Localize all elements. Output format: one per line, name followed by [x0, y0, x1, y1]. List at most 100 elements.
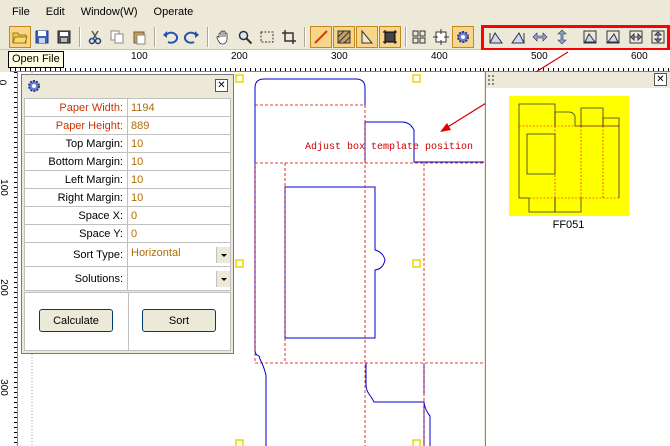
zoom-button[interactable] [234, 26, 256, 48]
space-y-label: Space Y: [24, 224, 128, 243]
template-panel-close-button[interactable]: ✕ [654, 73, 667, 86]
paste-button[interactable] [128, 26, 150, 48]
ruler-label-v0: 0 [0, 80, 7, 86]
paper-width-label: Paper Width: [24, 98, 128, 117]
sort-button[interactable]: Sort [142, 309, 216, 332]
top-margin-field[interactable]: 10 [127, 134, 231, 153]
select-rect-button[interactable] [256, 26, 278, 48]
form-row: Sort Type: Horizontal [24, 242, 231, 267]
align-right-button[interactable] [507, 26, 529, 48]
paper-height-label: Paper Height: [24, 116, 128, 135]
menu-file[interactable]: File [6, 0, 38, 24]
expand-icon [433, 29, 449, 45]
sort-type-select[interactable]: Horizontal [127, 242, 231, 267]
arrow-vertical-icon [557, 29, 567, 45]
ruler-label-500: 500 [531, 51, 548, 62]
selection-handles [235, 74, 421, 446]
ruler-label-v200: 200 [0, 279, 9, 296]
frame-button[interactable] [379, 26, 401, 48]
template-panel: ✕ FF051 [485, 72, 670, 446]
horizontal-ruler-right: 500 600 [483, 50, 670, 72]
menu-edit[interactable]: Edit [38, 0, 73, 24]
calculate-button[interactable]: Calculate [39, 309, 113, 332]
flip-left-icon [583, 30, 597, 44]
copy-button[interactable] [106, 26, 128, 48]
sort-type-label: Sort Type: [24, 242, 128, 267]
fit-view-button[interactable] [430, 26, 452, 48]
right-margin-label: Right Margin: [24, 188, 128, 207]
toolbar-separator [154, 27, 156, 47]
marquee-icon [260, 31, 274, 43]
flip-left-button[interactable] [579, 26, 601, 48]
chevron-down-icon[interactable] [216, 246, 230, 263]
ruler-label-100: 100 [131, 51, 148, 62]
bottom-margin-field[interactable]: 10 [127, 152, 231, 171]
gear-icon [28, 80, 40, 92]
app-window: File Edit Window(W) Operate 100 200 300 … [0, 0, 670, 446]
panel-grip-icon[interactable] [488, 75, 500, 85]
cut-button[interactable] [84, 26, 106, 48]
flip-right-button[interactable] [602, 26, 624, 48]
redo-button[interactable] [181, 26, 203, 48]
settings-form: Paper Width: 1194 Paper Height: 889 Top … [24, 98, 231, 291]
toolbar-separator [207, 27, 209, 47]
draw-line-button[interactable] [310, 26, 332, 48]
toolbar [0, 24, 670, 50]
die-cut-outline [254, 78, 484, 446]
right-margin-field[interactable]: 10 [127, 188, 231, 207]
move-horizontal-button[interactable] [529, 26, 551, 48]
triangle-button[interactable] [356, 26, 378, 48]
settings-button[interactable] [452, 26, 474, 48]
top-margin-label: Top Margin: [24, 134, 128, 153]
hand-icon [216, 30, 228, 45]
ruler-label-400: 400 [431, 51, 448, 62]
template-item-label: FF051 [552, 219, 585, 231]
stretch-horizontal-button[interactable] [625, 26, 647, 48]
stretch-vertical-button[interactable] [647, 26, 669, 48]
space-x-field[interactable]: 0 [127, 206, 231, 225]
triangle-icon [361, 29, 374, 44]
stretch-vertical-icon [651, 30, 665, 44]
frame-icon [383, 30, 397, 44]
vertical-ruler: 0 100 200 300 [0, 72, 18, 446]
form-row: Bottom Margin: 10 [24, 152, 231, 171]
copy-icon [110, 30, 124, 44]
flip-right-icon [606, 30, 620, 44]
form-row: Space Y: 0 [24, 224, 231, 243]
undo-button[interactable] [159, 26, 181, 48]
space-y-field[interactable]: 0 [127, 224, 231, 243]
open-file-button[interactable] [9, 26, 31, 48]
move-vertical-button[interactable] [551, 26, 573, 48]
form-row: Paper Width: 1194 [24, 98, 231, 117]
paper-width-field[interactable]: 1194 [127, 98, 231, 117]
pan-button[interactable] [212, 26, 234, 48]
shift-left-icon [489, 32, 503, 44]
form-row: Top Margin: 10 [24, 134, 231, 153]
scissors-icon [88, 30, 102, 45]
crop-button[interactable] [278, 26, 300, 48]
template-thumbnail[interactable] [509, 96, 629, 216]
magnifier-icon [238, 30, 253, 45]
menu-window[interactable]: Window(W) [73, 0, 146, 24]
save-as-button[interactable] [53, 26, 75, 48]
chevron-down-icon[interactable] [216, 270, 230, 287]
paper-height-field[interactable]: 889 [127, 116, 231, 135]
dialog-title-bar[interactable]: ✕ [22, 75, 233, 95]
annotation-text: Adjust box template position [305, 142, 474, 153]
form-row: Space X: 0 [24, 206, 231, 225]
ruler-label-v300: 300 [0, 379, 9, 396]
align-left-button[interactable] [485, 26, 507, 48]
ruler-label-v100: 100 [0, 179, 9, 196]
toolbar-separator [304, 27, 306, 47]
hatch-fill-button[interactable] [333, 26, 355, 48]
solutions-select[interactable] [127, 266, 231, 291]
grid-view-button[interactable] [408, 26, 430, 48]
space-x-label: Space X: [24, 206, 128, 225]
arrow-horizontal-icon [532, 32, 548, 42]
left-margin-field[interactable]: 10 [127, 170, 231, 189]
menu-operate[interactable]: Operate [146, 0, 202, 24]
save-button[interactable] [31, 26, 53, 48]
undo-icon [163, 31, 178, 44]
template-panel-header: ✕ [486, 72, 670, 88]
dialog-close-button[interactable]: ✕ [215, 79, 228, 92]
